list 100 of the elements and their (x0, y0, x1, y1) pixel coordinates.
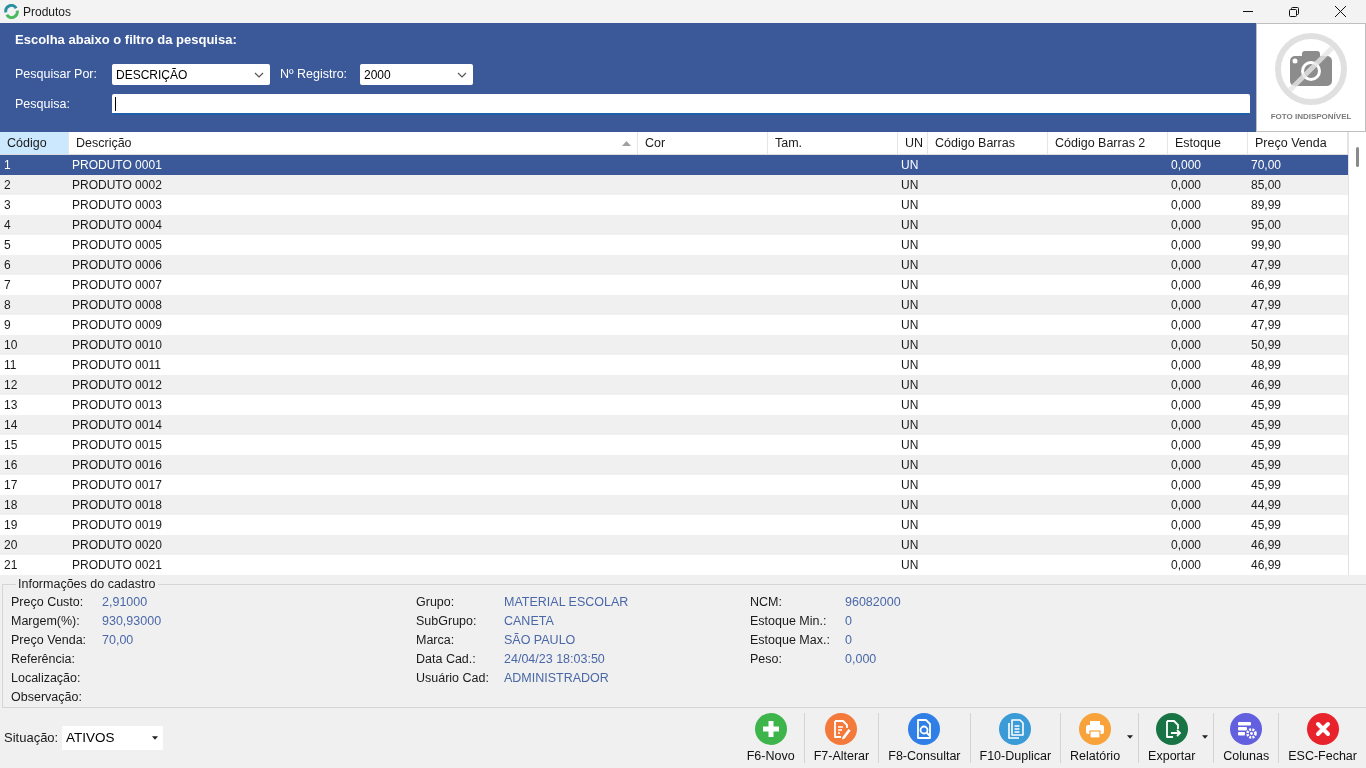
table-cell-text: PRODUTO 0010 (71, 337, 163, 354)
table-cell-text: 0,000 (1170, 417, 1203, 434)
export-button[interactable]: Exportar (1139, 708, 1214, 768)
table-cell-text: PRODUTO 0009 (71, 317, 163, 334)
table-cell-text: 0,000 (1170, 197, 1203, 214)
table-cell-text: 10 (3, 337, 19, 354)
table-cell-text: UN (900, 457, 920, 474)
table-cell-text: UN (900, 317, 920, 334)
table-cell-text: PRODUTO 0020 (71, 537, 163, 554)
table-cell-text: 48,99 (1250, 357, 1283, 374)
table-cell-text: UN (900, 537, 920, 554)
info-label: NCM: (750, 594, 783, 612)
column-header[interactable]: Código (0, 132, 69, 154)
table-cell-text: UN (900, 397, 920, 414)
table-row[interactable]: 8 PRODUTO 0008 UN 0,000 47,99 (0, 295, 1348, 315)
table-row[interactable]: 18 PRODUTO 0018 UN 0,000 44,99 (0, 495, 1348, 515)
table-cell-text: 46,99 (1250, 277, 1283, 294)
close-icon (1306, 713, 1339, 745)
table-cell-text: 0,000 (1170, 177, 1203, 194)
new-button[interactable]: F6-Novo (737, 708, 804, 768)
caret-icon (152, 736, 158, 740)
report-button[interactable]: Relatório (1061, 708, 1139, 768)
table-cell-text: 0,000 (1170, 537, 1203, 554)
table-cell-text: PRODUTO 0003 (71, 197, 163, 214)
table-cell-text: PRODUTO 0012 (71, 377, 163, 394)
close-icon[interactable] (1335, 6, 1346, 17)
table-cell-text: 12 (3, 377, 19, 394)
table-cell-text: 46,99 (1250, 537, 1283, 554)
table-cell-text: 45,99 (1250, 397, 1283, 414)
table-cell-text: 45,99 (1250, 457, 1283, 474)
close-button[interactable]: ESC-Fechar (1279, 708, 1366, 768)
restore-icon[interactable] (1289, 6, 1299, 17)
table-cell-text: 44,99 (1250, 497, 1283, 514)
info-label: Referência: (11, 651, 76, 669)
table-row[interactable]: 2 PRODUTO 0002 UN 0,000 85,00 (0, 175, 1348, 195)
table-cell-text: UN (900, 557, 920, 574)
status-dropdown[interactable]: ATIVOS (62, 726, 163, 750)
printer-icon (1079, 713, 1112, 745)
table-cell-text: 0,000 (1170, 157, 1203, 174)
table-cell-text: PRODUTO 0018 (71, 497, 163, 514)
table-cell-text: 0,000 (1170, 437, 1203, 454)
table-cell-text: 5 (3, 237, 12, 254)
table-cell-text: 16 (3, 457, 19, 474)
scrollbar-thumb[interactable] (1356, 147, 1359, 167)
photo-caption: FOTO INDISPONÍVEL (1270, 111, 1352, 123)
table-cell-text: PRODUTO 0015 (71, 437, 163, 454)
table-cell-text: 0,000 (1170, 477, 1203, 494)
search-field[interactable] (112, 94, 1250, 115)
plus-icon (754, 713, 787, 745)
edit-button[interactable]: F7-Alterar (804, 708, 879, 768)
table-row[interactable]: 1 PRODUTO 0001 UN 0,000 70,00 (0, 155, 1348, 175)
table-cell-text: PRODUTO 0016 (71, 457, 163, 474)
table-row[interactable]: 16 PRODUTO 0016 UN 0,000 45,99 (0, 455, 1348, 475)
table-cell-text: 3 (3, 197, 12, 214)
table-cell-text: 89,99 (1250, 197, 1283, 214)
record-limit-dropdown[interactable]: 2000 (360, 64, 473, 85)
table-cell-text: PRODUTO 0006 (71, 257, 163, 274)
info-label: Observação: (11, 689, 83, 707)
table-cell-text: UN (900, 377, 920, 394)
table-cell-text: 1 (3, 157, 12, 174)
table-cell-text: 0,000 (1170, 377, 1203, 394)
table-cell-text: 99,90 (1250, 237, 1283, 254)
table-cell-text: 0,000 (1170, 557, 1203, 574)
columns-button[interactable]: Colunas (1214, 708, 1279, 768)
table-cell-text: 18 (3, 497, 19, 514)
table-cell-text: UN (900, 237, 920, 254)
table-cell-text: 0,000 (1170, 337, 1203, 354)
app-logo-icon (4, 4, 19, 19)
table-row[interactable]: 20 PRODUTO 0020 UN 0,000 46,99 (0, 535, 1348, 555)
search-by-dropdown[interactable]: DESCRIÇÃO (112, 64, 270, 85)
field-label: Pesquisa: (15, 96, 71, 114)
document-search-icon (908, 713, 941, 745)
table-row[interactable]: 12 PRODUTO 0012 UN 0,000 46,99 (0, 375, 1348, 395)
table-cell-text: 11 (3, 357, 18, 374)
table-cell-text: 8 (3, 297, 12, 314)
window-title: Produtos (23, 4, 72, 19)
table-cell-text: PRODUTO 0021 (71, 557, 163, 574)
view-button[interactable]: F8-Consultar (879, 708, 970, 768)
table-row[interactable]: 10 PRODUTO 0010 UN 0,000 50,99 (0, 335, 1348, 355)
table-cell-text: 0,000 (1170, 517, 1203, 534)
table-cell-text: 70,00 (1250, 157, 1283, 174)
document-pencil-icon (825, 713, 858, 745)
table-cell-text: 47,99 (1250, 257, 1283, 274)
table-cell-text: 20 (3, 537, 19, 554)
table-cell-text: 46,99 (1250, 557, 1283, 574)
table-row[interactable]: 14 PRODUTO 0014 UN 0,000 45,99 (0, 415, 1348, 435)
table-cell-text: PRODUTO 0005 (71, 237, 163, 254)
info-value: 96082000 (845, 594, 901, 612)
table-row[interactable]: 6 PRODUTO 0006 UN 0,000 47,99 (0, 255, 1348, 275)
filter-heading: Escolha abaixo o filtro da pesquisa: (15, 32, 238, 48)
info-value: 0,000 (845, 651, 877, 669)
table-cell-text: 19 (3, 517, 19, 534)
info-value: 930,93000 (102, 613, 162, 631)
table-row[interactable]: 4 PRODUTO 0004 UN 0,000 95,00 (0, 215, 1348, 235)
duplicate-button[interactable]: F10-Duplicar (970, 708, 1061, 768)
table-cell-text: PRODUTO 0008 (71, 297, 163, 314)
info-value: 2,91000 (102, 594, 148, 612)
field-label: Pesquisar Por: (15, 66, 98, 84)
table-cell-text: 4 (3, 217, 12, 234)
table-cell-text: 45,99 (1250, 417, 1283, 434)
